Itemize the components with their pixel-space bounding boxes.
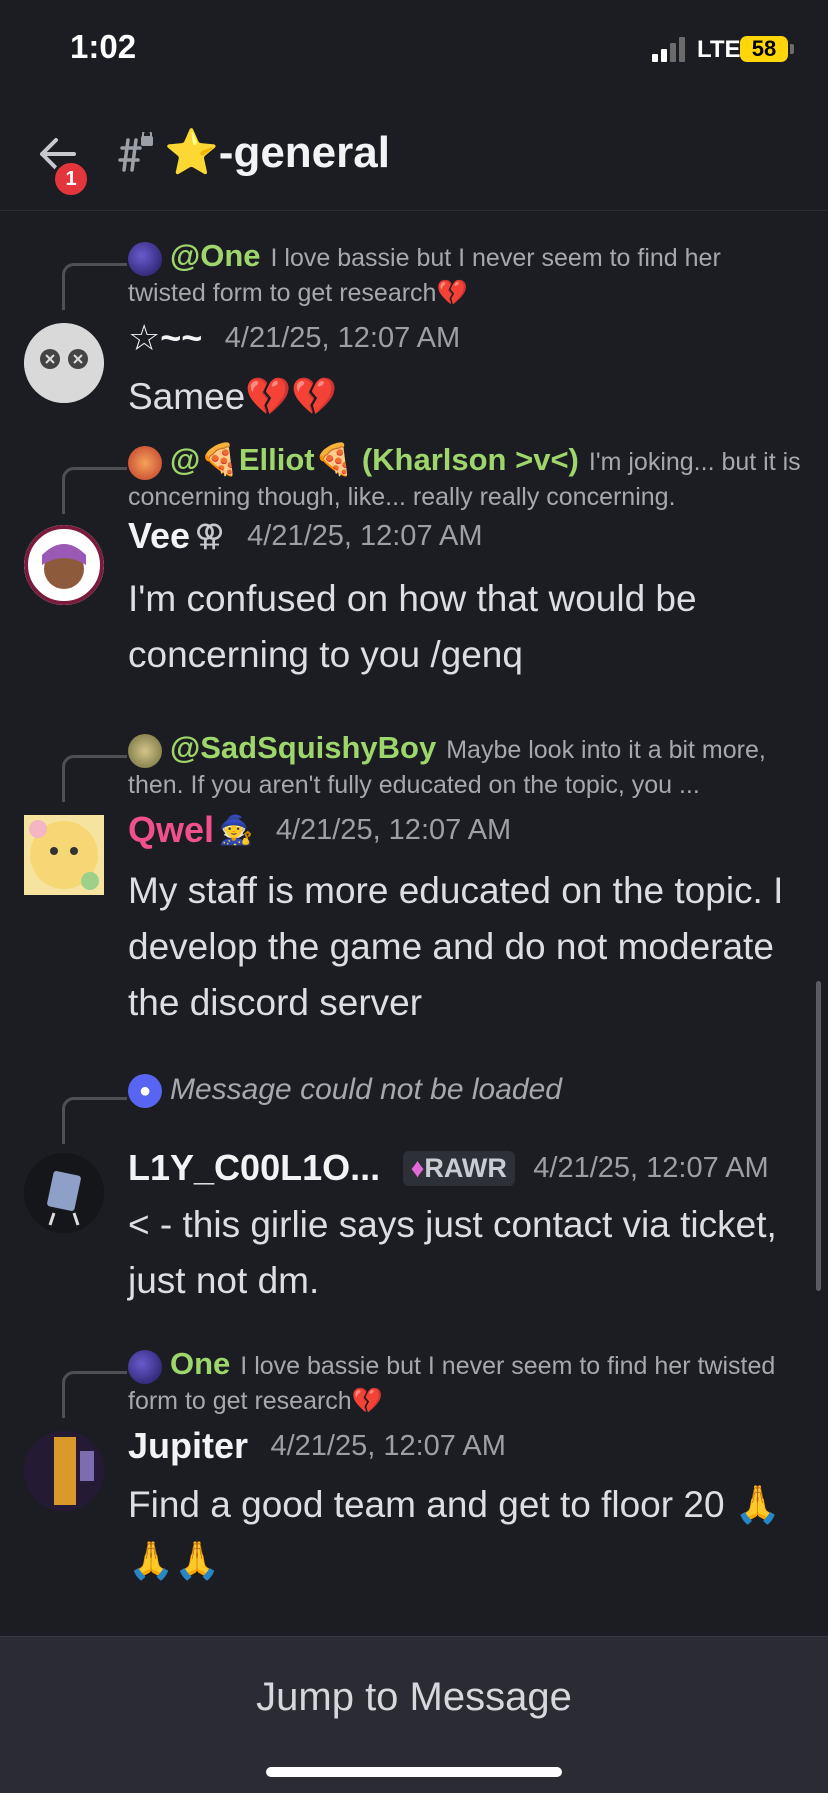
scrollbar[interactable] [816, 981, 821, 1291]
avatar[interactable] [24, 1431, 104, 1511]
status-time: 1:02 [70, 28, 137, 65]
reply-connector [62, 467, 127, 514]
jump-to-message-button[interactable]: Jump to Message [0, 1675, 828, 1720]
signal-icon [652, 36, 690, 62]
timestamp: 4/21/25, 12:07 AM [270, 1429, 506, 1462]
reply-mention[interactable]: One [170, 1346, 230, 1381]
message-list[interactable]: @One I love bassie but I never seem to fi… [0, 211, 828, 1635]
timestamp: 4/21/25, 12:07 AM [533, 1151, 769, 1184]
reply-connector [62, 263, 127, 310]
jump-bar: Jump to Message [0, 1636, 828, 1793]
reply-avatar [128, 242, 162, 277]
author-row: Qwel 🧙 4/21/25, 12:07 AM [128, 809, 818, 859]
battery-icon: 58 [740, 36, 788, 62]
author-name[interactable]: Vee [128, 515, 190, 556]
timestamp: 4/21/25, 12:07 AM [247, 519, 483, 552]
status-bar: 1:02 LTE 58 [0, 0, 828, 100]
author-row: L1Y_C00L1O... ♦RAWR 4/21/25, 12:07 AM [128, 1147, 818, 1197]
avatar[interactable] [24, 815, 104, 895]
message-body: Find a good team and get to floor 20 🙏🙏🙏 [128, 1484, 781, 1581]
reply-preview: ● Message could not be loaded [128, 1073, 802, 1109]
home-indicator[interactable] [266, 1767, 562, 1777]
avatar[interactable] [24, 1153, 104, 1233]
reply-mention[interactable]: @SadSquishyBoy [170, 730, 436, 765]
reply-connector [62, 1371, 127, 1418]
channel-title[interactable]: ⭐-general [164, 126, 390, 178]
reply-avatar [128, 734, 162, 769]
role-tag-label: RAWR [424, 1152, 507, 1183]
timestamp: 4/21/25, 12:07 AM [275, 813, 512, 846]
role-icon: 🧙 [218, 814, 254, 846]
message-body: My staff is more educated on the topic. … [128, 870, 784, 1023]
message-item[interactable]: @SadSquishyBoy Maybe look into it a bit m… [0, 731, 828, 1041]
message-item[interactable]: ● Message could not be loaded L1Y_C00L1O.… [0, 1073, 828, 1323]
battery-tip [790, 44, 794, 54]
channel-header: 1 ⭐-general [0, 100, 828, 211]
reply-text: Message could not be loaded [170, 1073, 562, 1106]
avatar[interactable] [24, 525, 104, 605]
avatar[interactable] [24, 323, 104, 403]
reply-preview[interactable]: @SadSquishyBoy Maybe look into it a bit m… [128, 731, 802, 802]
message-item[interactable]: @🍕Elliot🍕 (Kharlson >v<) I'm joking... bu… [0, 443, 828, 693]
locked-hash-icon [112, 129, 156, 176]
author-pronoun-icon: ⚢ [194, 519, 225, 553]
message-body: < - this girlie says just contact via ti… [128, 1204, 777, 1301]
author-name[interactable]: Qwel [128, 809, 214, 850]
author-name[interactable]: Jupiter [128, 1425, 248, 1466]
discord-icon: ● [128, 1074, 162, 1109]
reply-connector [62, 755, 127, 802]
notification-badge: 1 [52, 160, 90, 198]
author-name[interactable]: L1Y_C00L1O... [128, 1147, 380, 1188]
message-item[interactable]: One I love bassie but I never seem to fin… [0, 1347, 828, 1635]
message-body: I'm confused on how that would be concer… [128, 578, 697, 675]
reply-preview[interactable]: @🍕Elliot🍕 (Kharlson >v<) I'm joking... bu… [128, 443, 802, 514]
reply-preview[interactable]: One I love bassie but I never seem to fin… [128, 1347, 802, 1418]
author-row: Jupiter 4/21/25, 12:07 AM [128, 1425, 818, 1475]
author-row: ☆~~ 4/21/25, 12:07 AM [128, 317, 818, 367]
reply-connector [62, 1097, 127, 1144]
message-body: Samee💔💔 [128, 376, 338, 417]
reply-avatar [128, 446, 162, 481]
reply-preview[interactable]: @One I love bassie but I never seem to fi… [128, 239, 802, 310]
timestamp: 4/21/25, 12:07 AM [224, 321, 461, 354]
role-tag[interactable]: ♦RAWR [402, 1150, 515, 1186]
author-name[interactable]: ☆~~ [128, 317, 202, 358]
network-label: LTE [697, 36, 741, 63]
flame-icon: ♦ [410, 1152, 425, 1183]
author-row: Vee ⚢ 4/21/25, 12:07 AM [128, 515, 818, 565]
reply-mention[interactable]: @One [170, 238, 261, 273]
reply-mention[interactable]: @🍕Elliot🍕 (Kharlson >v<) [170, 442, 579, 477]
message-item[interactable]: @One I love bassie but I never seem to fi… [0, 239, 828, 439]
reply-avatar [128, 1350, 162, 1385]
